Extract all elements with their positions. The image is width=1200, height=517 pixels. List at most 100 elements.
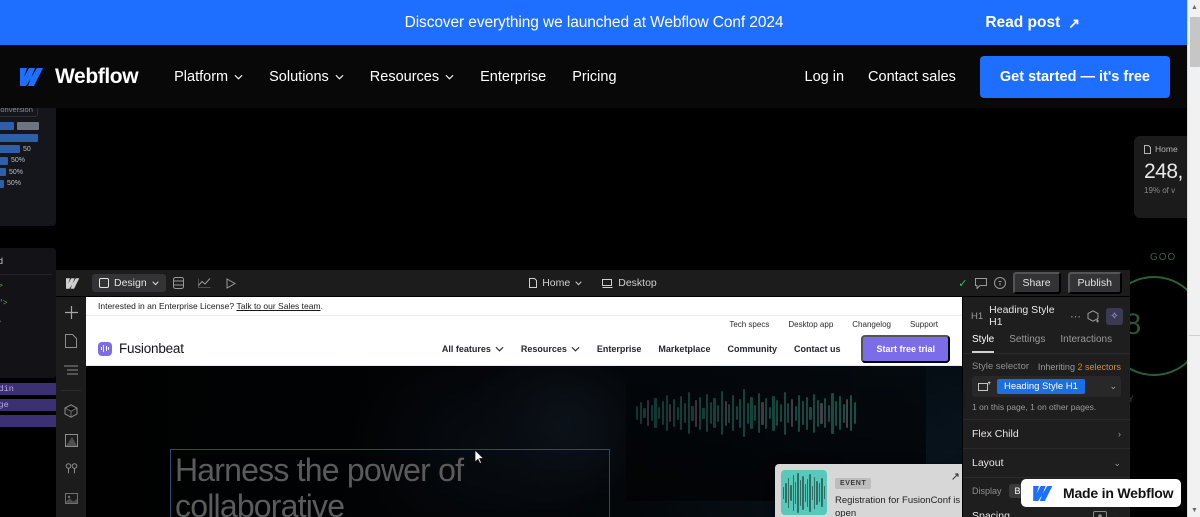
site-enterprise-banner: Interested in an Enterprise License? Tal… [86, 297, 962, 316]
variables-icon[interactable] [62, 460, 80, 478]
contact-sales-link[interactable]: Contact sales [868, 69, 956, 85]
publish-button[interactable]: Publish [1068, 272, 1122, 294]
bg-code-line: +json"> [0, 295, 52, 312]
utility-link-tech-specs[interactable]: Tech specs [729, 320, 769, 329]
components-icon[interactable] [62, 402, 80, 420]
designer-logo-icon[interactable] [56, 278, 90, 289]
nav-item-platform[interactable]: Platform [174, 69, 243, 85]
scroll-up-arrow-icon[interactable]: ▲ [1188, 0, 1200, 14]
arrow-up-right-icon[interactable]: ↗ [951, 470, 960, 483]
site-nav-community[interactable]: Community [727, 344, 777, 354]
cms-icon[interactable] [166, 270, 192, 297]
page-label: Home [542, 277, 570, 289]
design-mode-icon [99, 278, 109, 288]
style-panel-header: H1 Heading Style H1 ⋯ ✧ [963, 297, 1130, 334]
arrow-up-right-icon: ↗ [1068, 16, 1080, 30]
utility-link-desktop-app[interactable]: Desktop app [788, 320, 833, 329]
spacing-title: Spacing [972, 510, 1010, 517]
fusionbeat-nav-links: All features Resources Enterprise Market… [442, 335, 950, 363]
chevron-down-icon[interactable]: ⌄ [1113, 511, 1121, 517]
login-link[interactable]: Log in [805, 69, 845, 85]
spacing-link-icon[interactable] [1093, 511, 1107, 517]
tab-style[interactable]: Style [972, 334, 994, 353]
preview-play-icon[interactable] [218, 270, 244, 297]
chevron-down-icon [445, 74, 454, 80]
main-navigation: Webflow Platform Solutions Resources Ent… [0, 45, 1188, 108]
start-free-trial-button[interactable]: Start free trial [861, 335, 950, 363]
site-nav-all-features[interactable]: All features [442, 344, 504, 354]
bg-tag: l Image [0, 399, 56, 411]
banner-sales-link[interactable]: Talk to our Sales team [236, 301, 320, 311]
nav-item-enterprise[interactable]: Enterprise [480, 69, 546, 85]
browser-scrollbar[interactable]: ▲ ▼ [1187, 0, 1200, 517]
site-nav-contact-us[interactable]: Contact us [794, 344, 841, 354]
more-options-icon[interactable]: ⋯ [1070, 310, 1081, 323]
media-icon[interactable] [62, 489, 80, 507]
site-nav-enterprise[interactable]: Enterprise [597, 344, 642, 354]
tab-interactions[interactable]: Interactions [1060, 334, 1112, 353]
chevron-down-icon [495, 346, 504, 352]
webflow-designer-window: Design Home [56, 270, 1130, 517]
design-mode-label: Design [114, 277, 147, 289]
hero-heading[interactable]: Harness the power of collaborative [170, 449, 610, 517]
webflow-brand[interactable]: Webflow [20, 65, 138, 89]
class-selector-field[interactable]: Heading Style H1 ⌄ [972, 376, 1121, 397]
share-button[interactable]: Share [1013, 272, 1061, 294]
element-tag: H1 [971, 311, 983, 322]
scrollbar-thumb[interactable] [1190, 17, 1200, 67]
get-started-button[interactable]: Get started — it's free [980, 56, 1170, 98]
announcement-message: Discover everything we launched at Webfl… [405, 14, 784, 32]
bg-tag: - ". [0, 415, 56, 427]
made-in-webflow-label: Made in Webflow [1063, 485, 1173, 501]
nav-item-solutions[interactable]: Solutions [269, 69, 344, 85]
comments-icon[interactable] [975, 278, 987, 289]
read-post-link[interactable]: Read post ↗ [985, 14, 1080, 32]
made-in-webflow-badge[interactable]: Made in Webflow [1021, 479, 1181, 507]
site-nav-resources[interactable]: Resources [521, 344, 580, 354]
element-type-icon [976, 379, 993, 394]
event-card[interactable]: EVENT Registration for FusionConf is ope… [775, 464, 962, 517]
selected-class-chip[interactable]: Heading Style H1 [997, 379, 1085, 394]
section-layout[interactable]: Layout ⌄ [963, 449, 1130, 478]
assets-icon[interactable] [62, 431, 80, 449]
site-nav-marketplace[interactable]: Marketplace [658, 344, 710, 354]
chevron-down-icon[interactable]: ⌄ [1109, 381, 1117, 392]
ai-assist-icon[interactable]: ✧ [1106, 308, 1123, 325]
inheriting-status: Inheriting 2 selectors [1038, 362, 1121, 372]
scrollbar-marker [1189, 335, 1200, 336]
chevron-down-icon [571, 346, 580, 352]
page-icon [529, 278, 537, 288]
analyze-icon[interactable] [192, 270, 218, 297]
background-code-panel: dd field ts --> +json"> .org", [0, 248, 56, 378]
utility-link-changelog[interactable]: Changelog [852, 320, 891, 329]
fusionbeat-logo-icon [98, 342, 112, 356]
tab-settings[interactable]: Settings [1009, 334, 1045, 353]
element-name: Heading Style H1 [989, 304, 1064, 328]
toolbar-divider [61, 390, 81, 391]
selector-usage-note: 1 on this page, 1 on other pages. [963, 397, 1130, 420]
chevron-down-icon: ⌄ [1113, 458, 1121, 469]
section-flex-child[interactable]: Flex Child › [963, 420, 1130, 449]
nav-item-pricing[interactable]: Pricing [572, 69, 616, 85]
bg-card-value: 248, [1144, 160, 1188, 184]
site-nav-label: Resources [521, 344, 567, 354]
event-title: Registration for FusionConf is open [835, 495, 962, 517]
navigator-icon[interactable] [62, 361, 80, 379]
section-title: Layout [972, 457, 1004, 469]
page-selector[interactable]: Home [529, 277, 582, 289]
add-icon[interactable] [62, 303, 80, 321]
nav-item-resources[interactable]: Resources [370, 69, 454, 85]
gauge-value: 98 [1128, 308, 1141, 342]
background-left-decoration: es by Conversion 50 50% 50% 50% dd field… [0, 108, 56, 517]
pages-icon[interactable] [62, 332, 80, 350]
design-mode-selector[interactable]: Design [92, 274, 166, 292]
help-icon[interactable] [994, 277, 1006, 289]
breakpoint-selector[interactable]: Desktop [602, 277, 657, 289]
scroll-down-arrow-icon[interactable]: ▼ [1188, 503, 1200, 517]
fusionbeat-brand[interactable]: Fusionbeat [98, 341, 184, 356]
event-card-body: EVENT Registration for FusionConf is ope… [835, 470, 962, 515]
webflow-logo-icon [1033, 486, 1055, 501]
utility-link-support[interactable]: Support [910, 320, 938, 329]
create-component-icon[interactable] [1087, 310, 1100, 323]
nav-label: Enterprise [480, 69, 546, 85]
